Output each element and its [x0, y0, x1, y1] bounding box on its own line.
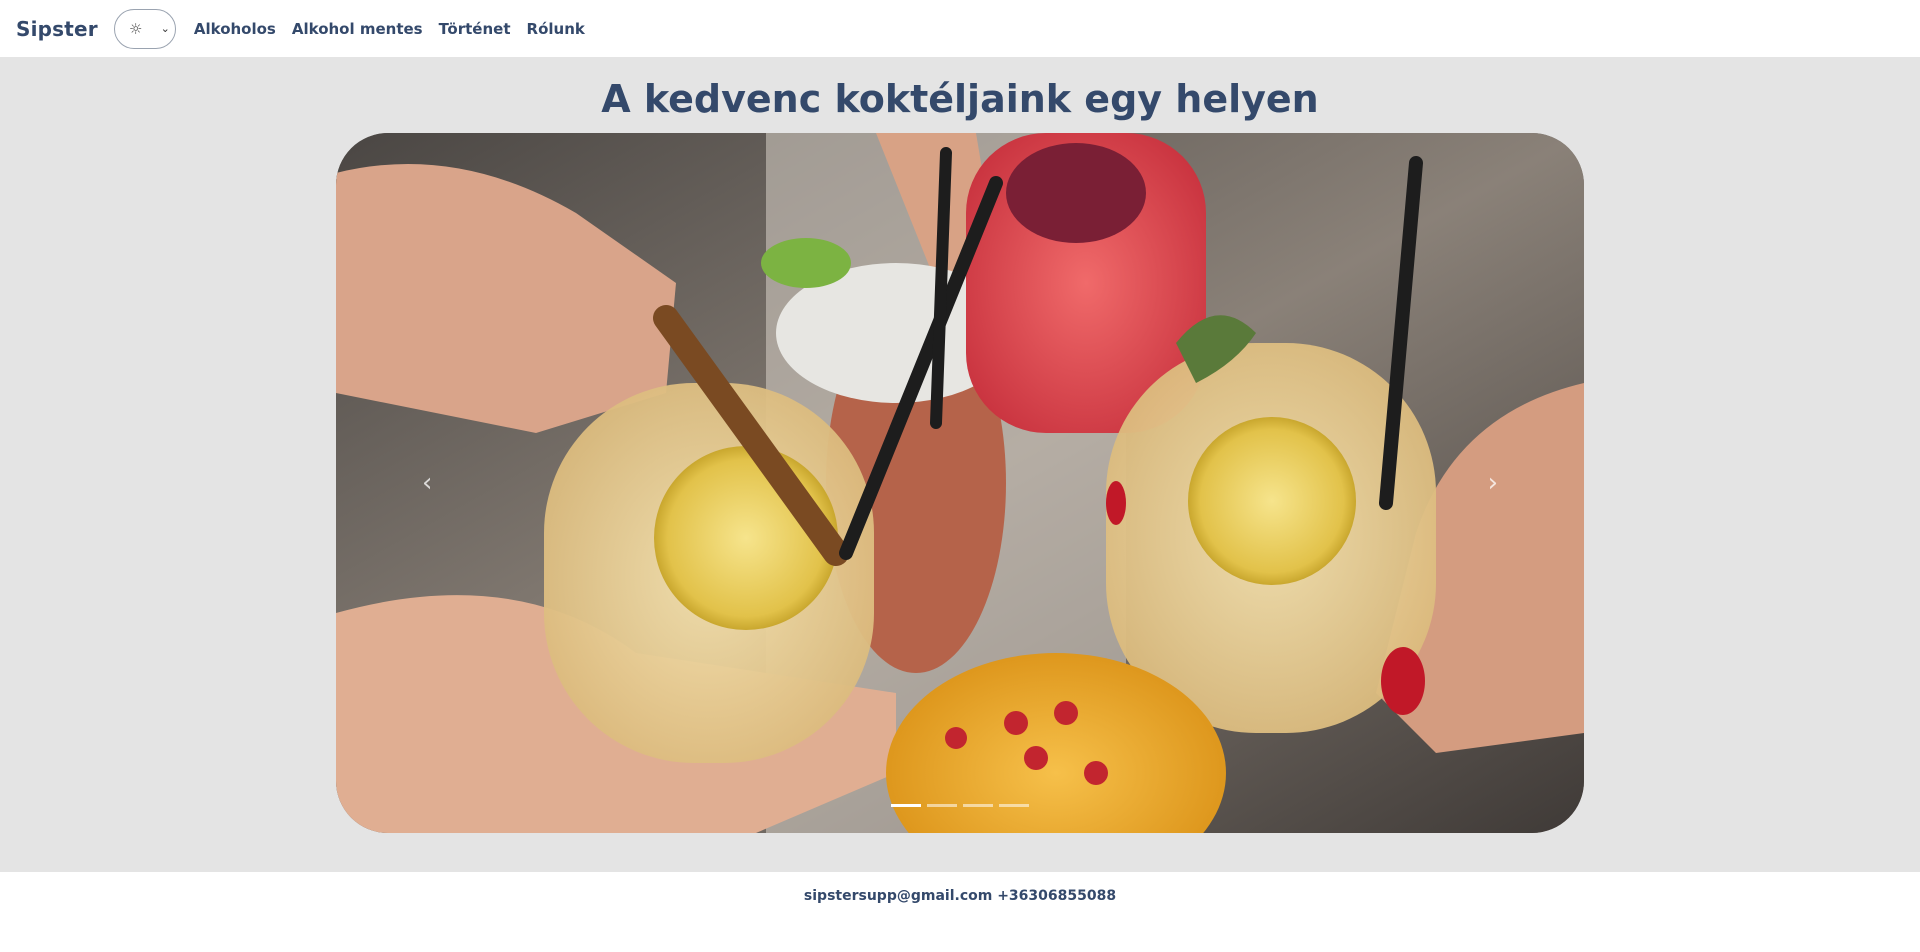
carousel-indicators — [336, 804, 1584, 807]
chevron-down-icon: ⌄ — [160, 22, 170, 35]
nav-link-tortenet[interactable]: Történet — [439, 20, 511, 38]
navbar: Sipster ☼ ⌄ Alkoholos Alkohol mentes Tör… — [0, 0, 1920, 57]
carousel-prev-icon[interactable]: ‹ — [422, 468, 432, 498]
nav-link-alkohol-mentes[interactable]: Alkohol mentes — [292, 20, 423, 38]
brand-logo[interactable]: Sipster — [16, 17, 98, 41]
sun-icon: ☼ — [128, 19, 143, 38]
cocktails-photo — [336, 133, 1584, 833]
nav-link-alkoholos[interactable]: Alkoholos — [194, 20, 276, 38]
carousel-indicator-4[interactable] — [999, 804, 1029, 807]
carousel-next-icon[interactable]: › — [1488, 468, 1498, 498]
image-carousel[interactable]: ‹ › — [336, 133, 1584, 833]
nav-links: Alkoholos Alkohol mentes Történet Rólunk — [186, 20, 593, 38]
main-content: A kedvenc koktéljaink egy helyen ‹ › — [0, 57, 1920, 872]
footer-contact: sipstersupp@gmail.com +36306855088 — [803, 888, 1117, 904]
carousel-indicator-1[interactable] — [891, 804, 921, 807]
nav-link-rolunk[interactable]: Rólunk — [527, 20, 585, 38]
carousel-indicator-3[interactable] — [963, 804, 993, 807]
footer: sipstersupp@gmail.com +36306855088 — [0, 872, 1920, 952]
theme-select[interactable]: ☼ ⌄ — [113, 8, 176, 49]
page-title: A kedvenc koktéljaink egy helyen — [601, 77, 1319, 121]
carousel-indicator-2[interactable] — [927, 804, 957, 807]
